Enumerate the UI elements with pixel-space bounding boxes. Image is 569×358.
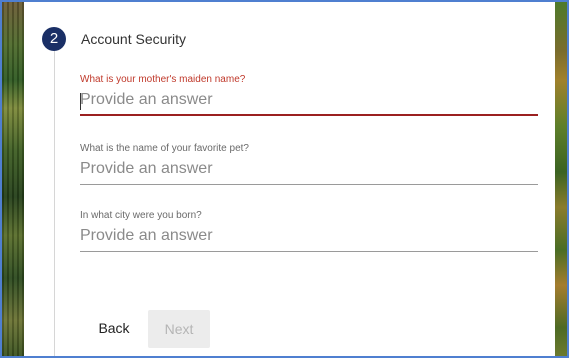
step-rail xyxy=(54,28,55,356)
question-birth-city: In what city were you born? xyxy=(80,210,538,252)
back-button[interactable]: Back xyxy=(89,310,139,346)
answer-input-favorite-pet[interactable] xyxy=(80,155,538,185)
window-frame: 2 Account Security What is your mother's… xyxy=(2,2,567,356)
form-card: 2 Account Security What is your mother's… xyxy=(24,2,555,356)
question-label: What is your mother's maiden name? xyxy=(80,74,246,85)
next-button[interactable]: Next xyxy=(148,310,210,348)
question-label: What is the name of your favorite pet? xyxy=(80,143,249,154)
step-title: Account Security xyxy=(81,31,187,47)
question-label: In what city were you born? xyxy=(80,210,202,221)
question-favorite-pet: What is the name of your favorite pet? xyxy=(80,143,538,185)
text-caret xyxy=(80,93,81,110)
answer-input-mothers-maiden-name[interactable] xyxy=(80,86,538,116)
answer-input-birth-city[interactable] xyxy=(80,222,538,252)
question-mothers-maiden-name: What is your mother's maiden name? xyxy=(80,74,538,116)
background-image-right xyxy=(555,2,567,356)
step-number-badge: 2 xyxy=(42,27,66,51)
background-image-left xyxy=(2,2,24,356)
